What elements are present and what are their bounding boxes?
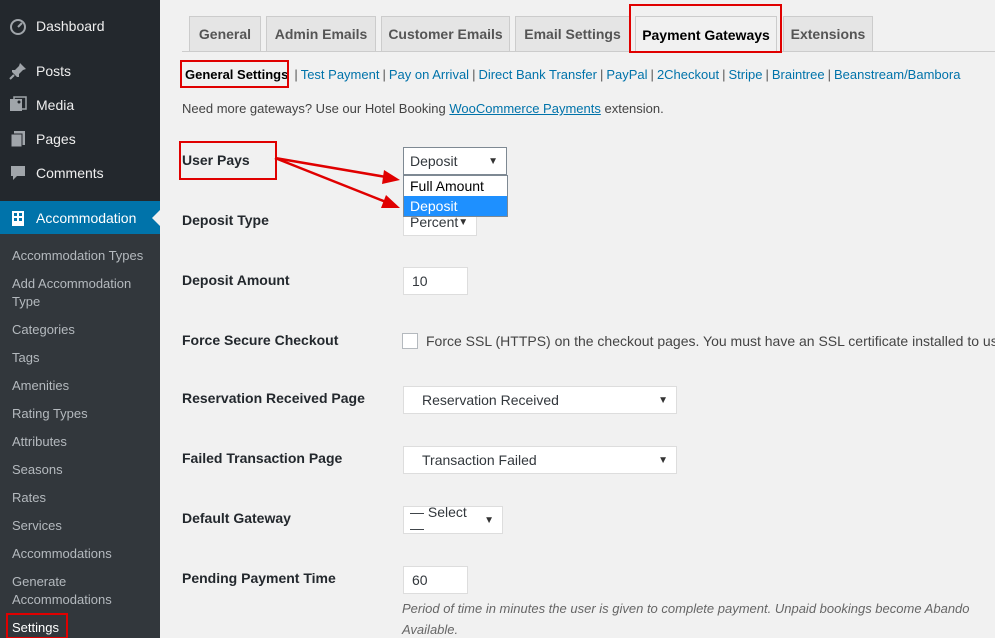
subnav-braintree[interactable]: Braintree: [772, 67, 825, 82]
subnav-separator: |: [294, 66, 298, 82]
subnav-separator: |: [765, 66, 769, 82]
tab-email-settings[interactable]: Email Settings: [515, 16, 630, 51]
tab-extensions[interactable]: Extensions: [783, 16, 873, 51]
gateways-note: Need more gateways? Use our Hotel Bookin…: [182, 101, 664, 116]
force-secure-checkout-label: Force Secure Checkout: [182, 332, 339, 348]
subnav-general-settings[interactable]: General Settings: [182, 67, 291, 82]
pending-payment-time-input[interactable]: 60: [403, 566, 468, 594]
submenu-amenities[interactable]: Amenities: [12, 377, 152, 395]
menu-dashboard[interactable]: Dashboard: [0, 9, 160, 43]
subnav-separator: |: [472, 66, 476, 82]
deposit-amount-input[interactable]: 10: [403, 267, 468, 295]
tab-admin-emails[interactable]: Admin Emails: [266, 16, 376, 51]
pin-icon: [0, 62, 36, 80]
gateway-subnav: General Settings | Test Payment | Pay on…: [182, 64, 960, 84]
accommodation-submenu: Accommodation Types Add Accommodation Ty…: [0, 234, 160, 638]
tabs-baseline: [182, 51, 995, 52]
failed-transaction-page-select[interactable]: Transaction Failed ▼: [403, 446, 677, 474]
chevron-down-icon: ▼: [658, 454, 668, 466]
submenu-accommodation-types[interactable]: Accommodation Types: [12, 247, 152, 265]
note-text: Need more gateways? Use our Hotel Bookin…: [182, 101, 450, 116]
subnav-stripe[interactable]: Stripe: [728, 67, 762, 82]
chevron-down-icon: ▼: [488, 155, 498, 167]
tab-general[interactable]: General: [189, 16, 261, 51]
subnav-separator: |: [382, 66, 386, 82]
submenu-rating-types[interactable]: Rating Types: [12, 405, 152, 423]
menu-posts[interactable]: Posts: [0, 54, 160, 88]
dashboard-icon: [0, 17, 36, 35]
menu-media[interactable]: Media: [0, 88, 160, 122]
subnav-direct-bank-transfer[interactable]: Direct Bank Transfer: [478, 67, 597, 82]
deposit-type-label: Deposit Type: [182, 212, 269, 228]
comments-icon: [0, 164, 36, 182]
submenu-add-accommodation-type[interactable]: Add Accommodation Type: [12, 275, 152, 311]
menu-comments[interactable]: Comments: [0, 156, 160, 190]
menu-pages[interactable]: Pages: [0, 122, 160, 156]
subnav-separator: |: [599, 66, 604, 82]
subnav-separator: |: [650, 66, 654, 82]
note-text-end: extension.: [600, 101, 664, 116]
media-icon: [0, 96, 36, 114]
failed-transaction-page-label: Failed Transaction Page: [182, 450, 343, 466]
active-menu-arrow: [152, 210, 160, 226]
submenu-services[interactable]: Services: [12, 517, 152, 535]
submenu-rates[interactable]: Rates: [12, 489, 152, 507]
reservation-received-page-label: Reservation Received Page: [182, 390, 365, 406]
tab-payment-gateways[interactable]: Payment Gateways: [635, 16, 777, 52]
subnav-pay-on-arrival[interactable]: Pay on Arrival: [389, 67, 469, 82]
pages-icon: [0, 130, 36, 148]
pending-payment-time-description-line2: Available.: [402, 622, 459, 637]
subnav-separator: |: [722, 66, 726, 82]
option-full-amount[interactable]: Full Amount: [404, 176, 507, 196]
chevron-down-icon: ▼: [484, 514, 494, 526]
reservation-received-page-select[interactable]: Reservation Received ▼: [403, 386, 677, 414]
pending-payment-time-label: Pending Payment Time: [182, 570, 336, 586]
option-deposit[interactable]: Deposit: [404, 196, 507, 216]
chevron-down-icon: ▼: [658, 394, 668, 406]
force-ssl-checkbox[interactable]: [402, 333, 418, 349]
pending-payment-time-description: Period of time in minutes the user is gi…: [402, 601, 970, 616]
force-ssl-checkbox-label: Force SSL (HTTPS) on the checkout pages.…: [426, 333, 995, 349]
user-pays-select[interactable]: Deposit ▼: [403, 147, 507, 175]
subnav-2checkout[interactable]: 2Checkout: [657, 67, 719, 82]
submenu-attributes[interactable]: Attributes: [12, 433, 152, 451]
submenu-categories[interactable]: Categories: [12, 321, 152, 339]
deposit-amount-label: Deposit Amount: [182, 272, 290, 288]
main-content: General Admin Emails Customer Emails Ema…: [160, 0, 995, 638]
submenu-generate-accommodations[interactable]: Generate Accommodations: [12, 573, 152, 609]
subnav-beanstream-bambora[interactable]: Beanstream/Bambora: [834, 67, 960, 82]
building-icon: [0, 209, 36, 227]
admin-sidebar: Dashboard Posts Media Pages Comments Acc…: [0, 0, 160, 638]
user-pays-dropdown-list: Full Amount Deposit: [403, 175, 508, 217]
submenu-seasons[interactable]: Seasons: [12, 461, 152, 479]
user-pays-label: User Pays: [182, 152, 250, 168]
tab-customer-emails[interactable]: Customer Emails: [381, 16, 510, 51]
chevron-down-icon: ▼: [458, 216, 469, 228]
subnav-paypal[interactable]: PayPal: [606, 67, 647, 82]
subnav-separator: |: [827, 66, 831, 82]
subnav-test-payment[interactable]: Test Payment: [301, 67, 380, 82]
submenu-accommodations[interactable]: Accommodations: [12, 545, 152, 563]
default-gateway-select[interactable]: — Select — ▼: [403, 504, 503, 536]
submenu-tags[interactable]: Tags: [12, 349, 152, 367]
submenu-settings[interactable]: Settings: [12, 619, 152, 637]
woocommerce-payments-link[interactable]: WooCommerce Payments: [449, 101, 600, 116]
default-gateway-label: Default Gateway: [182, 510, 291, 526]
menu-accommodation[interactable]: Accommodation: [0, 201, 160, 235]
